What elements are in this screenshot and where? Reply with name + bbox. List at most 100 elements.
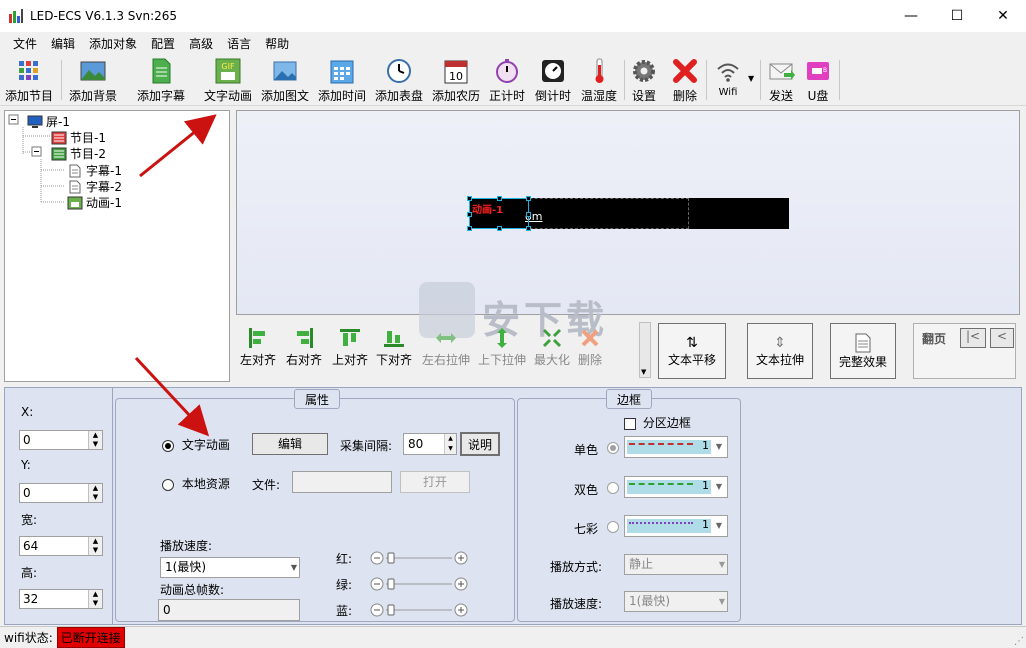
dropdown-arrow-icon: ▼ <box>715 482 723 491</box>
countdown-button[interactable]: 倒计时 <box>530 56 576 104</box>
animation-region[interactable]: 动画-1 <box>467 196 531 231</box>
dual-color-label: 双色 <box>574 483 599 497</box>
blue-slider[interactable] <box>370 603 468 617</box>
red-slider[interactable] <box>370 551 468 565</box>
rainbow-radio[interactable] <box>607 521 619 533</box>
x-input[interactable]: 0 ▲ ▼ <box>19 430 103 450</box>
spin-arrows-icon[interactable]: ▲ ▼ <box>88 431 102 449</box>
count-up-button[interactable]: 正计时 <box>484 56 530 104</box>
settings-button[interactable]: 设置 <box>626 56 662 104</box>
resize-handle[interactable] <box>526 226 531 231</box>
menu-language[interactable]: 语言 <box>220 35 258 52</box>
resize-handle[interactable] <box>467 212 472 217</box>
tree-animation-1[interactable]: 动画-1 <box>67 194 122 211</box>
align-delete-button[interactable]: 删除 <box>578 326 602 368</box>
y-label: Y: <box>21 458 31 472</box>
spin-arrows-icon[interactable]: ▲ ▼ <box>88 484 102 502</box>
text-stretch-button[interactable]: ⇕ 文本拉伸 <box>747 323 813 379</box>
text-pan-button[interactable]: ⇅ 文本平移 <box>658 323 726 379</box>
add-program-button[interactable]: 添加节目 <box>4 56 54 104</box>
file-label: 文件: <box>252 478 281 492</box>
text-animation-button[interactable]: GIF 文字动画 <box>203 56 253 104</box>
wifi-button[interactable]: Wifi <box>710 56 746 104</box>
menu-help[interactable]: 帮助 <box>258 35 296 52</box>
add-lunar-calendar-button[interactable]: 10 添加农历 <box>431 56 481 104</box>
menu-add-object[interactable]: 添加对象 <box>82 35 144 52</box>
speed-select[interactable]: 1(最快) ▼ <box>160 557 300 578</box>
single-color-radio[interactable] <box>607 442 619 454</box>
menu-config[interactable]: 配置 <box>144 35 182 52</box>
prev-page-button[interactable]: < <box>990 328 1014 348</box>
resize-handle[interactable] <box>497 196 502 201</box>
add-image-text-button[interactable]: 添加图文 <box>260 56 310 104</box>
close-window-button[interactable]: ✕ <box>980 0 1026 32</box>
resize-handle[interactable] <box>467 226 472 231</box>
resize-handle[interactable] <box>497 226 502 231</box>
dual-color-radio[interactable] <box>607 482 619 494</box>
resize-grip-icon[interactable]: ⋰ <box>1014 636 1024 647</box>
full-effect-button[interactable]: 完整效果 <box>830 323 896 379</box>
resize-handle[interactable] <box>526 212 531 217</box>
clock-icon <box>387 59 411 83</box>
landscape-icon <box>80 61 106 81</box>
scroll-down-icon[interactable]: ▼ <box>641 368 646 376</box>
align-scrollbar[interactable]: ▼ <box>639 322 651 378</box>
page-icon <box>855 333 871 352</box>
frames-input[interactable]: 0 <box>158 599 300 621</box>
spin-arrows-icon[interactable]: ▲ ▼ <box>88 537 102 555</box>
rainbow-border-select[interactable]: 1 ▼ <box>624 515 728 537</box>
usb-button[interactable]: B U盘 <box>800 56 836 104</box>
page-turn-group: 翻页 |< < <box>913 323 1016 379</box>
add-subtitle-button[interactable]: 添加字幕 <box>136 56 186 104</box>
single-color-border-select[interactable]: 1 ▼ <box>624 436 728 458</box>
width-input[interactable]: 64 ▲ ▼ <box>19 536 103 556</box>
menu-file[interactable]: 文件 <box>6 35 44 52</box>
height-input[interactable]: 32 ▲ ▼ <box>19 589 103 609</box>
play-speed-select[interactable]: 1(最快) ▼ <box>624 591 728 612</box>
align-bottom-button[interactable]: 下对齐 <box>376 326 412 368</box>
menu-advanced[interactable]: 高级 <box>182 35 220 52</box>
interval-input[interactable]: 80 ▲ ▼ <box>403 433 457 455</box>
minimize-button[interactable]: — <box>888 0 934 32</box>
edit-button[interactable]: 编辑 <box>252 433 328 455</box>
green-slider[interactable] <box>370 577 468 591</box>
resize-handle[interactable] <box>526 196 531 201</box>
stretch-vertical-button[interactable]: 上下拉伸 <box>478 326 526 368</box>
tree-program-2[interactable]: 节目-2 <box>51 145 106 162</box>
wifi-status-label: wifi状态: <box>4 631 53 645</box>
maximize-button[interactable]: 最大化 <box>534 326 570 368</box>
stretch-horizontal-button[interactable]: 左右拉伸 <box>422 326 470 368</box>
add-background-button[interactable]: 添加背景 <box>68 56 118 104</box>
send-button[interactable]: 发送 <box>764 56 798 104</box>
align-right-button[interactable]: 右对齐 <box>286 326 322 368</box>
wifi-dropdown-icon[interactable]: ▼ <box>748 74 754 83</box>
dual-color-border-select[interactable]: 1 ▼ <box>624 476 728 498</box>
wifi-status-value: 已断开连接 <box>56 627 125 648</box>
tree-subtitle-2[interactable]: 字幕-2 <box>67 178 122 195</box>
add-clock-button[interactable]: 添加表盘 <box>374 56 424 104</box>
properties-panel: X: 0 ▲ ▼ Y: 0 ▲ ▼ 宽: 64 ▲ ▼ 高: 32 ▲ ▼ 属性 文字动画 编辑… <box>4 387 1022 625</box>
tree-subtitle-1[interactable]: 字幕-1 <box>67 162 122 179</box>
partition-border-checkbox[interactable]: 分区边框 <box>624 414 691 431</box>
spin-arrows-icon[interactable]: ▲ ▼ <box>88 590 102 608</box>
local-resource-radio[interactable]: 本地资源 <box>162 475 230 492</box>
spin-arrows-icon[interactable]: ▲ ▼ <box>444 434 456 454</box>
tree-screen-node[interactable]: 屏-1 <box>27 113 70 130</box>
file-path-input[interactable] <box>292 471 392 493</box>
play-mode-select[interactable]: 静止 ▼ <box>624 554 728 575</box>
align-left-button[interactable]: 左对齐 <box>240 326 276 368</box>
first-page-button[interactable]: |< <box>960 328 986 348</box>
thermometer-icon <box>595 58 604 83</box>
menu-edit[interactable]: 编辑 <box>44 35 82 52</box>
add-time-button[interactable]: 添加时间 <box>317 56 367 104</box>
temp-humidity-button[interactable]: 温湿度 <box>576 56 622 104</box>
tree-program-1[interactable]: 节目-1 <box>51 129 106 146</box>
maximize-window-button[interactable]: ☐ <box>934 0 980 32</box>
open-file-button[interactable]: 打开 <box>400 471 470 493</box>
help-button[interactable]: 说明 <box>460 432 500 456</box>
y-input[interactable]: 0 ▲ ▼ <box>19 483 103 503</box>
text-animation-radio[interactable]: 文字动画 <box>162 436 230 453</box>
resize-handle[interactable] <box>467 196 472 201</box>
delete-button[interactable]: 删除 <box>667 56 703 104</box>
align-top-button[interactable]: 上对齐 <box>332 326 368 368</box>
